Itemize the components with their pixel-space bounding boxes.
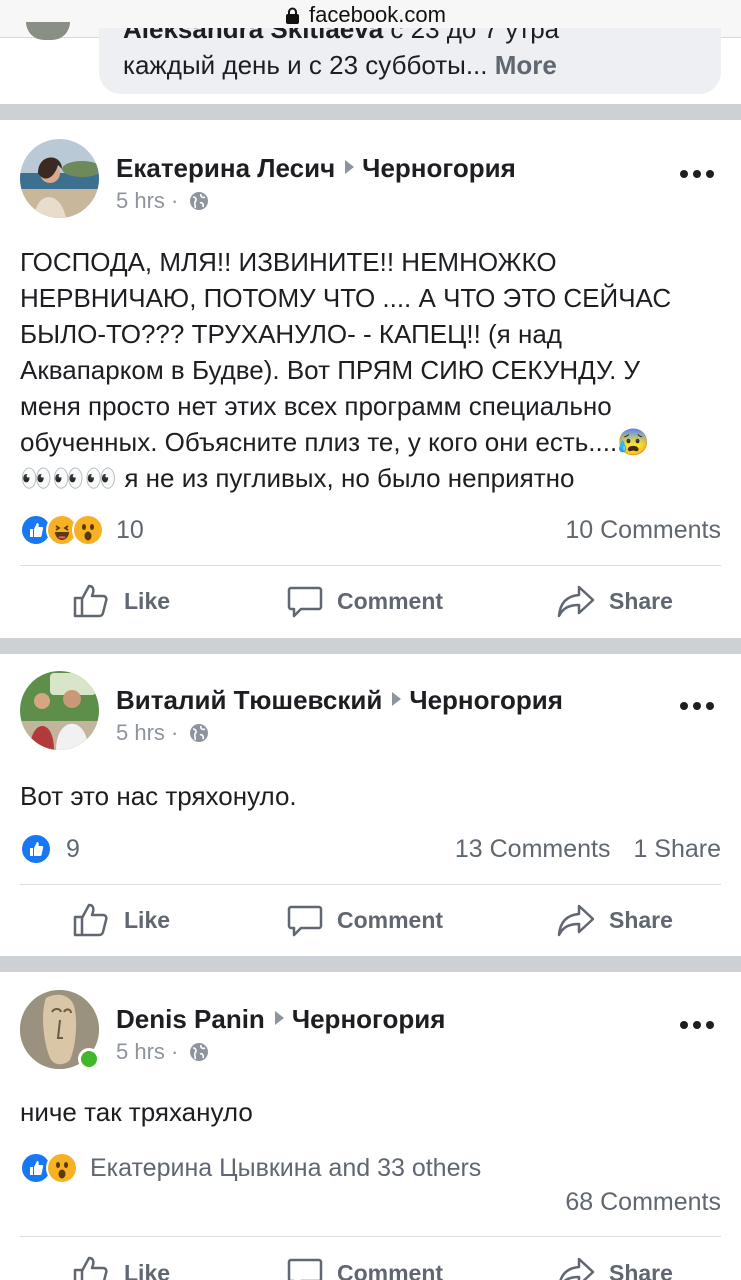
post-text-line: обученных. Объясните плиз те, у кого они… [20,427,650,457]
post-text-line: ГОСПОДА, МЛЯ!! ИЗВИНИТЕ!! НЕМНОЖКО [20,247,557,277]
online-status-badge [78,1048,100,1070]
post-text-line: 👀👀👀 я не из пугливых, но было неприятно [20,463,575,493]
shares-count-link[interactable]: 1 Share [633,835,721,863]
comment-text-line: с 23 до 7 утра [383,28,560,44]
post-text-line: меня просто нет этих всех программ специ… [20,391,612,421]
like-icon [73,584,108,618]
separator-line [20,565,721,566]
reaction-summary[interactable]: 10 [20,513,144,547]
globe-icon [189,192,208,210]
post-text-line: БЫЛО-ТО??? ТРУХАНУЛО- - КАПЕЦ!! (я над [20,319,562,349]
like-label: Like [124,1259,171,1280]
post-divider [0,956,741,972]
share-icon [557,585,595,618]
wow-reaction-icon [46,1152,78,1184]
group-name[interactable]: Черногория [292,1004,446,1034]
more-options-icon[interactable] [680,702,714,712]
post-card: Denis Panin Черногория 5 hrs · ниче так т… [0,972,741,1280]
like-label: Like [124,906,171,933]
post-author[interactable]: Denis Panin [116,1004,265,1034]
more-link[interactable]: More [495,50,557,80]
post-text-line: ниче так тряхануло [20,1097,253,1127]
wow-reaction-icon [72,514,104,546]
meta-separator: · [171,188,179,213]
like-button[interactable]: Like [72,1253,170,1280]
comment-text-line: каждый день и с 23 субботы... [123,50,488,80]
meta-separator: · [171,1039,179,1064]
post-text-line: Вот это нас тряхонуло. [20,781,297,811]
share-label: Share [609,587,673,614]
share-button[interactable]: Share [557,581,673,621]
url-text: facebook.com [309,2,446,27]
separator-line [20,1236,721,1237]
meta-separator: · [171,720,179,745]
globe-icon [189,1043,208,1061]
comment-icon [287,1258,323,1280]
avatar[interactable] [20,671,99,750]
comment-icon [287,586,323,618]
post-time[interactable]: 5 hrs [116,1039,165,1064]
comment-author[interactable]: Aleksandra Skitlaeva [123,28,383,44]
comment-icon [287,905,323,937]
comment-button[interactable]: Comment [287,1253,443,1280]
post-text: Вот это нас тряхонуло. [20,778,725,814]
like-icon [73,1256,108,1280]
post-author[interactable]: Екатерина Лесич [116,153,335,183]
post-time[interactable]: 5 hrs [116,720,165,745]
share-button[interactable]: Share [557,1253,673,1280]
like-label: Like [124,587,171,614]
comments-count-link[interactable]: 10 Comments [565,516,721,544]
like-icon [73,903,108,937]
comment-label: Comment [337,906,444,933]
reaction-count: 10 [116,515,144,544]
avatar[interactable] [20,139,99,218]
group-name[interactable]: Черногория [362,153,516,183]
like-reaction-icon [20,833,52,865]
post-author[interactable]: Виталий Тюшевский [116,685,382,715]
post-text: ГОСПОДА, МЛЯ!! ИЗВИНИТЕ!! НЕМНОЖКО НЕРВН… [20,244,725,496]
post-divider [0,104,741,120]
lock-icon [286,7,299,24]
post-text-line: Аквапарком в Будве). Вот ПРЯМ СИЮ СЕКУНД… [20,355,641,385]
comment-bubble[interactable]: Aleksandra Skitlaeva с 23 до 7 утра кажд… [99,28,721,94]
group-name[interactable]: Черногория [409,685,563,715]
post-time[interactable]: 5 hrs [116,188,165,213]
reaction-summary[interactable]: 9 [20,832,80,866]
share-icon [559,1257,595,1280]
post-card: Екатерина Лесич Черногория 5 hrs · ГОСПОД… [0,120,741,638]
post-text-line: НЕРВНИЧАЮ, ПОТОМУ ЧТО .... А ЧТО ЭТО СЕЙ… [20,283,672,313]
reaction-names: Екатерина Цывкина and 33 others [90,1153,482,1182]
comment-button[interactable]: Comment [287,900,443,940]
post-actions: Like Comment Share [0,900,741,940]
more-options-icon[interactable] [680,1021,714,1031]
post-actions: Like Comment Share [0,581,741,621]
comment-label: Comment [337,587,444,614]
like-button[interactable]: Like [72,900,170,940]
share-label: Share [609,1259,673,1280]
arrow-icon [392,692,402,706]
reaction-count: 9 [66,834,80,863]
separator-line [20,884,721,885]
share-icon [557,904,595,937]
share-label: Share [609,906,673,933]
share-button[interactable]: Share [557,900,673,940]
comments-count-link[interactable]: 13 Comments [455,835,611,863]
post-text: ниче так тряхануло [20,1094,725,1130]
comment-label: Comment [337,1259,444,1280]
like-button[interactable]: Like [72,581,170,621]
reaction-summary[interactable]: Екатерина Цывкина and 33 others [20,1151,481,1185]
globe-icon [189,724,208,742]
post-divider [0,638,741,654]
comment-button[interactable]: Comment [287,581,443,621]
comments-count-link[interactable]: 68 Comments [565,1188,721,1216]
more-options-icon[interactable] [680,170,714,180]
arrow-icon [345,160,355,174]
arrow-icon [274,1011,284,1025]
post-card: Виталий Тюшевский Черногория 5 hrs · Вот … [0,654,741,956]
post-actions: Like Comment Share [0,1253,741,1280]
